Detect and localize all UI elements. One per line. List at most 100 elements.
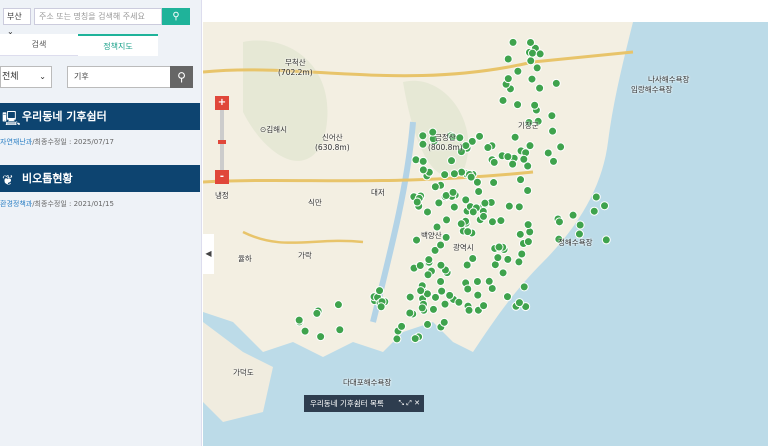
shelter-marker[interactable] <box>405 292 415 302</box>
shelter-marker[interactable] <box>335 325 345 335</box>
shelter-marker[interactable] <box>392 334 402 344</box>
shelter-marker[interactable] <box>405 308 415 318</box>
shelter-marker[interactable] <box>449 202 459 212</box>
shelter-marker[interactable] <box>376 302 386 312</box>
zoom-in-button[interactable]: + <box>215 96 229 110</box>
shelter-marker[interactable] <box>556 142 566 152</box>
shelter-marker[interactable] <box>503 152 513 162</box>
shelter-marker[interactable] <box>456 219 466 229</box>
shelter-marker[interactable] <box>503 74 513 84</box>
shelter-marker[interactable] <box>448 187 458 197</box>
shelter-marker[interactable] <box>294 315 304 325</box>
shelter-marker[interactable] <box>548 156 558 166</box>
shelter-marker[interactable] <box>484 276 494 286</box>
result-shelter[interactable]: 🖳 우리동네 기후쉼터 <box>0 103 200 130</box>
map-view[interactable]: 무척산 (702.2m) ⊙김해시 신어산 (630.8m) 금정산 (800.8m)… <box>203 22 768 446</box>
shelter-marker[interactable] <box>527 48 537 58</box>
shelter-marker[interactable] <box>468 254 478 264</box>
shelter-marker[interactable] <box>423 270 433 280</box>
shelter-marker[interactable] <box>513 66 523 76</box>
shelter-marker[interactable] <box>548 126 558 136</box>
shelter-marker[interactable] <box>411 155 421 165</box>
shelter-marker[interactable] <box>589 206 599 216</box>
shelter-marker[interactable] <box>503 254 513 264</box>
shelter-marker[interactable] <box>508 37 518 47</box>
shelter-marker[interactable] <box>417 303 427 313</box>
shelter-marker[interactable] <box>468 207 478 217</box>
shelter-marker[interactable] <box>436 276 446 286</box>
shelter-marker[interactable] <box>412 197 422 207</box>
shelter-marker[interactable] <box>516 175 526 185</box>
shelter-marker[interactable] <box>436 260 446 270</box>
shelter-marker[interactable] <box>527 74 537 84</box>
shelter-marker[interactable] <box>461 195 471 205</box>
shelter-marker[interactable] <box>475 131 485 141</box>
tab-search[interactable]: 검색 <box>0 34 78 56</box>
shelter-marker[interactable] <box>418 131 428 141</box>
keyword-search-button[interactable]: ⚲ <box>170 66 193 88</box>
shelter-marker[interactable] <box>514 257 524 267</box>
shelter-marker[interactable] <box>440 170 450 180</box>
shelter-marker[interactable] <box>316 332 326 342</box>
keyword-input[interactable]: 기후 <box>67 66 171 88</box>
shelter-marker[interactable] <box>498 268 508 278</box>
shelter-marker[interactable] <box>375 286 385 296</box>
shelter-marker[interactable] <box>480 198 490 208</box>
shelter-marker[interactable] <box>418 156 428 166</box>
shelter-marker[interactable] <box>410 334 420 344</box>
shelter-marker[interactable] <box>601 235 611 245</box>
shelter-marker[interactable] <box>449 169 459 179</box>
shelter-marker[interactable] <box>551 78 561 88</box>
shelter-marker[interactable] <box>430 182 440 192</box>
shelter-marker[interactable] <box>431 292 441 302</box>
shelter-marker[interactable] <box>526 56 536 66</box>
shelter-marker[interactable] <box>439 317 449 327</box>
shelter-marker[interactable] <box>493 253 503 263</box>
shelter-marker[interactable] <box>473 290 483 300</box>
search-input[interactable]: 주소 또는 명칭을 검색해 주세요 <box>34 8 162 25</box>
shelter-marker[interactable] <box>463 227 473 237</box>
shelter-marker[interactable] <box>523 185 533 195</box>
shelter-marker[interactable] <box>442 215 452 225</box>
shelter-marker[interactable] <box>532 63 542 73</box>
shelter-marker[interactable] <box>463 284 473 294</box>
shelter-marker[interactable] <box>530 100 540 110</box>
shelter-marker[interactable] <box>479 301 489 311</box>
shelter-marker[interactable] <box>487 217 497 227</box>
zoom-slider-handle[interactable] <box>218 140 226 144</box>
shelter-marker[interactable] <box>312 308 322 318</box>
shelter-marker[interactable] <box>498 95 508 105</box>
shelter-marker[interactable] <box>428 304 438 314</box>
shelter-marker[interactable] <box>424 255 434 265</box>
shelter-marker[interactable] <box>454 297 464 307</box>
shelter-marker[interactable] <box>496 216 506 226</box>
shelter-marker[interactable] <box>494 242 504 252</box>
shelter-marker[interactable] <box>333 300 343 310</box>
shelter-marker[interactable] <box>415 260 425 270</box>
shelter-marker[interactable] <box>464 305 474 315</box>
shelter-marker[interactable] <box>503 54 513 64</box>
shelter-marker[interactable] <box>591 192 601 202</box>
shelter-marker[interactable] <box>510 132 520 142</box>
shelter-marker[interactable] <box>508 159 518 169</box>
shelter-marker[interactable] <box>462 260 472 270</box>
shelter-marker[interactable] <box>457 167 467 177</box>
shelter-marker[interactable] <box>535 83 545 93</box>
shelter-marker[interactable] <box>483 143 493 153</box>
shelter-marker[interactable] <box>418 139 428 149</box>
shelter-marker[interactable] <box>416 286 426 296</box>
shelter-marker[interactable] <box>412 235 422 245</box>
category-select[interactable]: 전체 ⌄ <box>0 66 52 88</box>
shelter-marker[interactable] <box>422 207 432 217</box>
shelter-marker[interactable] <box>474 186 484 196</box>
expand-close-icons[interactable]: ⤡ ⤢ ✕ <box>398 395 420 412</box>
list-bar[interactable]: 우리동네 기후쉼터 목록 ⤡ ⤢ ✕ <box>304 395 424 412</box>
shelter-marker[interactable] <box>504 201 514 211</box>
shelter-marker[interactable] <box>445 290 455 300</box>
shelter-marker[interactable] <box>440 299 450 309</box>
shelter-marker[interactable] <box>543 148 553 158</box>
shelter-marker[interactable] <box>515 229 525 239</box>
shelter-marker[interactable] <box>461 141 471 151</box>
shelter-marker[interactable] <box>514 298 524 308</box>
shelter-marker[interactable] <box>514 202 524 212</box>
